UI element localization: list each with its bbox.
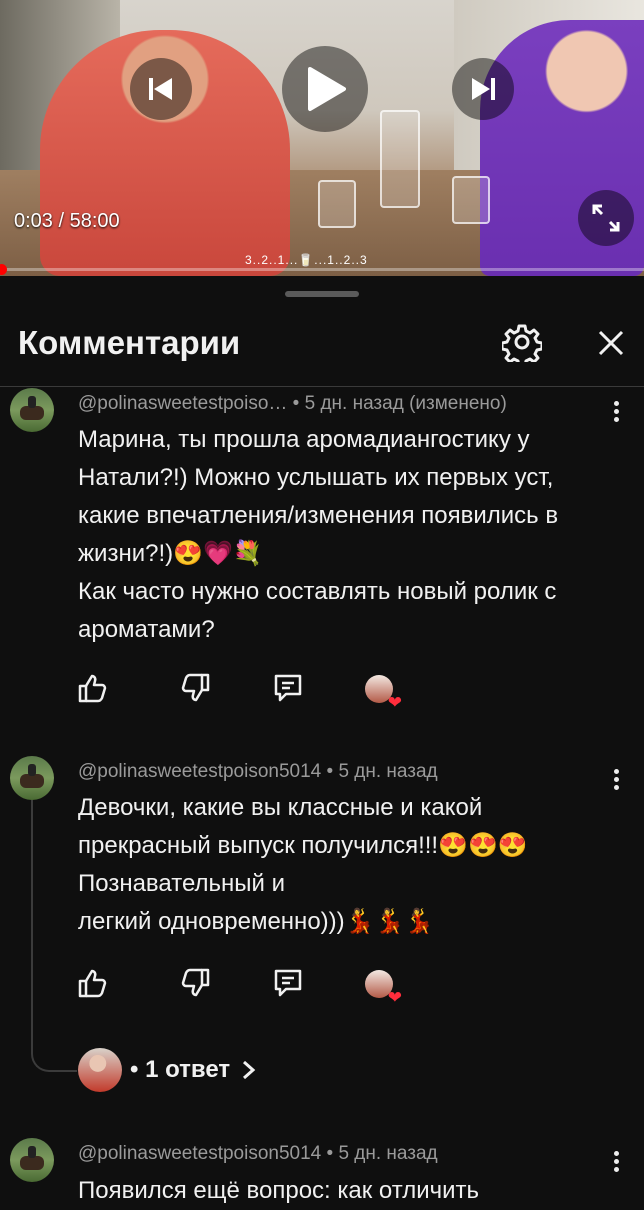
replies-count: • 1 ответ bbox=[130, 1056, 231, 1083]
play-icon bbox=[308, 67, 346, 111]
thumbs-up-icon bbox=[78, 674, 107, 703]
like-button[interactable] bbox=[76, 672, 108, 709]
comment-meta: @polinasweetestpoiso… • 5 дн. назад (изм… bbox=[78, 393, 507, 414]
close-icon bbox=[598, 330, 624, 356]
fullscreen-icon bbox=[592, 204, 620, 232]
comment-meta: @polinasweetestpoison5014 • 5 дн. назад bbox=[78, 761, 438, 782]
video-glass bbox=[318, 180, 356, 228]
video-carafe bbox=[380, 110, 420, 208]
drag-handle[interactable] bbox=[285, 291, 359, 297]
close-button[interactable] bbox=[590, 322, 632, 364]
heart-icon: ❤ bbox=[387, 988, 402, 1007]
thumbs-up-icon bbox=[78, 969, 107, 998]
previous-button[interactable] bbox=[130, 58, 192, 120]
comment-text: Девочки, какие вы классные и какой прекр… bbox=[78, 794, 528, 935]
dislike-button[interactable] bbox=[180, 967, 212, 1004]
thread-line bbox=[31, 800, 77, 1072]
comment-text: Появился ещё вопрос: как отличить bbox=[78, 1177, 480, 1204]
play-button[interactable] bbox=[282, 46, 368, 132]
avatar[interactable] bbox=[10, 388, 54, 432]
more-options-button[interactable] bbox=[614, 398, 622, 425]
progress-bar[interactable] bbox=[0, 264, 644, 275]
gear-icon bbox=[502, 324, 542, 362]
next-button[interactable] bbox=[452, 58, 514, 120]
previous-icon bbox=[149, 78, 172, 100]
panel-title: Комментарии bbox=[18, 324, 241, 361]
comment-text: Марина, ты прошла аромадиангостику у Нат… bbox=[78, 426, 559, 643]
chapter-label: 3..2..1...🥛...1..2..3 bbox=[245, 253, 368, 267]
time-display: 0:03 / 58:00 bbox=[14, 210, 120, 232]
heart-icon: ❤ bbox=[387, 693, 402, 712]
next-icon bbox=[472, 78, 495, 100]
creator-heart: ❤ bbox=[365, 675, 402, 711]
more-options-button[interactable] bbox=[614, 1148, 622, 1175]
settings-button[interactable] bbox=[498, 318, 546, 366]
comment-meta: @polinasweetestpoison5014 • 5 дн. назад bbox=[78, 1143, 438, 1164]
like-button[interactable] bbox=[76, 967, 108, 1004]
chevron-right-icon bbox=[243, 1060, 256, 1080]
reply-button[interactable] bbox=[272, 967, 304, 1004]
replies-toggle[interactable]: • 1 ответ bbox=[78, 1047, 258, 1093]
reply-icon bbox=[274, 969, 302, 997]
comments-header: Комментарии bbox=[0, 300, 644, 387]
avatar[interactable] bbox=[10, 756, 54, 800]
video-glass bbox=[452, 176, 490, 224]
dislike-button[interactable] bbox=[180, 672, 212, 709]
reply-icon bbox=[274, 674, 302, 702]
video-player[interactable]: 0:03 / 58:00 3..2..1...🥛...1..2..3 bbox=[0, 0, 644, 276]
avatar[interactable] bbox=[10, 1138, 54, 1182]
reply-button[interactable] bbox=[272, 672, 304, 709]
creator-heart: ❤ bbox=[365, 970, 402, 1006]
more-options-button[interactable] bbox=[614, 766, 622, 793]
thumbs-down-icon bbox=[181, 968, 210, 997]
fullscreen-button[interactable] bbox=[578, 190, 634, 246]
reply-avatar bbox=[78, 1048, 122, 1092]
thumbs-down-icon bbox=[181, 673, 210, 702]
